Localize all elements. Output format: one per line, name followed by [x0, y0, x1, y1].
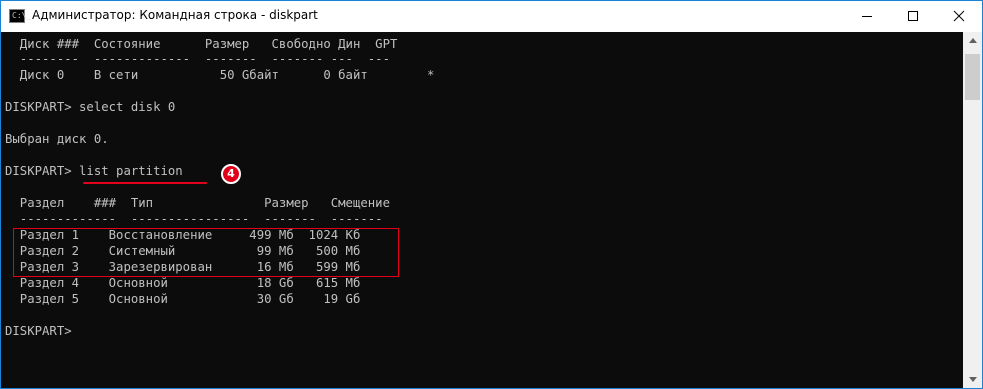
minimize-icon — [862, 16, 872, 17]
step-number-badge: 4 — [221, 164, 241, 184]
console-window: C:\_ Администратор: Командная строка - d… — [0, 0, 983, 389]
vertical-scrollbar[interactable] — [963, 32, 982, 388]
close-icon — [953, 10, 965, 22]
scroll-down-button[interactable] — [963, 371, 982, 388]
console-line: Раздел 4 Основной 18 Gб 615 Мб — [5, 276, 361, 290]
partitions-highlight-box — [13, 228, 399, 277]
chevron-down-icon — [969, 377, 977, 382]
title-bar[interactable]: C:\_ Администратор: Командная строка - d… — [1, 1, 982, 32]
console-line: ------------- ---------------- ------- -… — [5, 212, 383, 226]
console-line: DISKPART> select disk 0 — [5, 100, 176, 114]
maximize-icon — [908, 11, 918, 21]
scroll-up-button[interactable] — [963, 32, 982, 49]
command-underline-annotation — [83, 182, 207, 184]
cmd-app-icon[interactable]: C:\_ — [9, 9, 31, 23]
console-line: DISKPART> — [5, 324, 72, 338]
console-line: Раздел ### Тип Размер Смещение — [5, 196, 390, 210]
console-line: Диск ### Состояние Размер Свободно Дин G… — [5, 37, 398, 51]
console-line: Диск 0 В сети 50 Gбайт 0 байт * — [5, 68, 435, 82]
app-icon-label: C:\_ — [12, 11, 32, 20]
maximize-button[interactable] — [890, 1, 936, 32]
close-button[interactable] — [936, 1, 982, 32]
minimize-button[interactable] — [844, 1, 890, 32]
window-title: Администратор: Командная строка - diskpa… — [32, 8, 318, 22]
console-line: -------- ------------- ------- ------- -… — [5, 52, 390, 66]
scrollbar-thumb[interactable] — [965, 54, 980, 100]
console-line: Раздел 5 Основной 30 Gб 19 Gб — [5, 292, 361, 306]
chevron-up-icon — [969, 38, 977, 43]
console-line: Выбран диск 0. — [5, 132, 109, 146]
console-line: DISKPART> list partition — [5, 164, 183, 178]
console-output[interactable]: Диск ### Состояние Размер Свободно Дин G… — [1, 32, 963, 388]
